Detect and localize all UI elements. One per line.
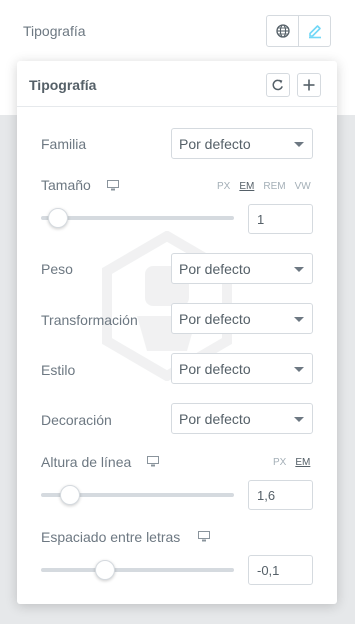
add-button[interactable] xyxy=(297,73,321,97)
estilo-select[interactable]: Por defecto xyxy=(171,353,313,384)
altura-slider-thumb[interactable] xyxy=(59,485,80,505)
unit-px[interactable]: PX xyxy=(273,457,286,468)
pencil-icon xyxy=(308,25,321,39)
decoracion-label: Decoración xyxy=(41,412,112,428)
transformacion-select[interactable]: Por defecto xyxy=(171,303,313,334)
tamano-label: Tamaño xyxy=(41,177,91,193)
reset-icon xyxy=(272,79,283,91)
typography-actions xyxy=(266,15,331,47)
chevron-down-icon xyxy=(294,417,304,422)
transformacion-label: Transformación xyxy=(41,312,138,328)
tamano-slider[interactable] xyxy=(41,208,234,228)
unit-em[interactable]: EM xyxy=(239,181,254,192)
altura-slider[interactable] xyxy=(41,485,234,505)
chevron-down-icon xyxy=(294,267,304,272)
unit-px[interactable]: PX xyxy=(217,181,230,192)
espaciado-slider-thumb[interactable] xyxy=(94,560,115,580)
desktop-icon xyxy=(198,531,210,542)
unit-vw[interactable]: VW xyxy=(295,181,311,192)
unit-rem[interactable]: REM xyxy=(263,181,285,192)
estilo-label: Estilo xyxy=(41,362,76,378)
popover-header: Tipografía xyxy=(17,61,337,107)
estilo-value: Por defecto xyxy=(179,361,251,377)
peso-value: Por defecto xyxy=(179,261,251,277)
altura-label: Altura de línea xyxy=(41,454,132,470)
unit-em[interactable]: EM xyxy=(295,457,310,468)
chevron-down-icon xyxy=(294,367,304,372)
global-button[interactable] xyxy=(267,16,298,46)
decoracion-value: Por defecto xyxy=(179,411,251,427)
tamano-slider-thumb[interactable] xyxy=(48,208,69,228)
familia-select[interactable]: Por defecto xyxy=(171,128,313,159)
tamano-input[interactable]: 1 xyxy=(248,204,313,234)
typography-label: Tipografía xyxy=(23,23,86,39)
typography-popover: Tipografía Familia Por defecto Tamaño PX xyxy=(17,61,337,604)
transformacion-value: Por defecto xyxy=(179,311,251,327)
edit-typography-button[interactable] xyxy=(298,16,330,46)
plus-icon xyxy=(303,79,315,91)
familia-label: Familia xyxy=(41,136,87,152)
espaciado-label: Espaciado entre letras xyxy=(41,529,181,545)
decoracion-select[interactable]: Por defecto xyxy=(171,403,313,434)
chevron-down-icon xyxy=(294,142,304,147)
altura-units: PX EM xyxy=(273,457,310,468)
reset-button[interactable] xyxy=(266,73,290,97)
tamano-units: PX EM REM VW xyxy=(217,181,311,192)
familia-value: Por defecto xyxy=(179,136,251,152)
globe-icon xyxy=(275,24,290,38)
desktop-icon xyxy=(147,456,159,467)
espaciado-input[interactable]: -0,1 xyxy=(248,555,313,585)
typography-control: Tipografía xyxy=(0,0,355,62)
peso-label: Peso xyxy=(41,261,73,277)
espaciado-slider[interactable] xyxy=(41,560,234,580)
chevron-down-icon xyxy=(294,317,304,322)
desktop-icon xyxy=(107,180,119,191)
peso-select[interactable]: Por defecto xyxy=(171,253,313,284)
altura-input[interactable]: 1,6 xyxy=(248,480,313,510)
popover-title: Tipografía xyxy=(29,77,97,93)
